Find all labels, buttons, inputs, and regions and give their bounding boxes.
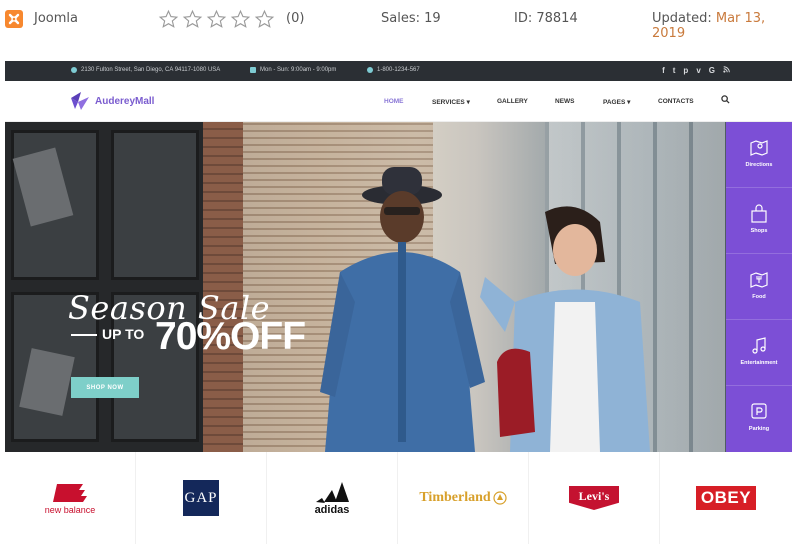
template-preview[interactable]: 2130 Fulton Street, San Diego, CA 94117-… (5, 61, 792, 544)
hero-slider: Season Sale UP TO 70%OFF SHOP NOW (5, 122, 792, 452)
address-text: 2130 Fulton Street, San Diego, CA 94117-… (81, 67, 221, 73)
sidebar-item-shops[interactable]: Shops (726, 188, 792, 254)
listing-meta-bar: Joomla (0) Sales: 19 ID: 78814 Updated: … (0, 0, 793, 42)
sidebar-label: Entertainment (740, 360, 778, 366)
shop-now-button[interactable]: SHOP NOW (71, 377, 139, 398)
hero-bg-door (5, 122, 210, 452)
sidebar-label: Food (752, 294, 766, 300)
nav-pages[interactable]: PAGES ▾ (603, 98, 630, 106)
star-empty-icon (182, 9, 203, 28)
nav-contacts[interactable]: CONTACTS (658, 98, 694, 105)
shopping-bag-icon (751, 204, 767, 223)
updated-label: Updated: (652, 11, 712, 26)
food-map-icon (750, 272, 768, 288)
updated-date: Updated: Mar 13, 2019 (652, 11, 793, 41)
levis-logo: Levi's (569, 486, 619, 510)
facebook-icon[interactable]: f (662, 66, 665, 75)
hero-man-figure (320, 167, 485, 452)
chevron-down-icon: ▾ (466, 99, 470, 106)
nav-services[interactable]: SERVICES ▾ (432, 98, 470, 106)
map-icon (750, 140, 768, 156)
timberland-text: Timberland (419, 490, 491, 505)
rating-stars (158, 9, 275, 30)
star-empty-icon (206, 9, 227, 28)
nav-news[interactable]: NEWS (555, 98, 575, 105)
logo-text: AudereyMall (95, 95, 155, 107)
nav-services-label: SERVICES (432, 99, 465, 106)
adidas-logo: adidas (315, 482, 350, 516)
sidebar-item-food[interactable]: Food (726, 254, 792, 320)
search-icon[interactable] (721, 95, 730, 104)
star-empty-icon (158, 9, 179, 28)
tree-icon (493, 491, 507, 505)
brand-adidas[interactable]: adidas (267, 452, 398, 544)
brand-levis[interactable]: Levi's (529, 452, 660, 544)
phone-icon (367, 67, 373, 73)
brand-timberland[interactable]: Timberland (398, 452, 529, 544)
location-pin-icon (71, 67, 77, 73)
brand-obey[interactable]: OBEY (660, 452, 792, 544)
hero-bg-brick (203, 122, 243, 452)
brand-new-balance[interactable]: new balance (5, 452, 136, 544)
sidebar-label: Parking (748, 426, 770, 432)
hero-divider (71, 334, 97, 336)
nav-home[interactable]: HOME (384, 98, 404, 105)
hero-upto: UP TO (102, 326, 145, 342)
site-logo[interactable]: AudereyMall (69, 90, 154, 112)
parking-icon (751, 403, 767, 419)
hero-woman-figure (480, 206, 650, 452)
gap-logo: GAP (183, 480, 219, 516)
hero-offer: 70%OFF (155, 315, 306, 358)
rating-count: (0) (286, 11, 305, 26)
phone-text: 1-800-1234-567 (377, 67, 420, 73)
logo-mark-icon (71, 92, 89, 110)
joomla-icon (5, 10, 23, 28)
main-navbar: AudereyMall HOME SERVICES ▾ GALLERY NEWS… (5, 81, 792, 122)
address-info: 2130 Fulton Street, San Diego, CA 94117-… (71, 67, 220, 73)
hours-text: Mon - Sun: 9:00am - 9:00pm (260, 67, 337, 73)
new-balance-text: new balance (45, 505, 96, 515)
hours-info: Mon - Sun: 9:00am - 9:00pm (250, 67, 336, 73)
sidebar-label: Shops (750, 228, 768, 234)
sales-count: Sales: 19 (381, 11, 441, 26)
adidas-text: adidas (315, 504, 350, 516)
rss-icon[interactable] (723, 66, 730, 75)
star-empty-icon (230, 9, 251, 28)
sidebar-label: Directions (745, 162, 773, 168)
brand-logos: new balance GAP adidas Timberland Levi's… (5, 452, 792, 544)
service-sidebar: Directions Shops Food Entertainment Park… (726, 122, 792, 452)
pinterest-icon[interactable]: p (683, 66, 688, 75)
phone-info: 1-800-1234-567 (367, 67, 420, 73)
brand-gap[interactable]: GAP (136, 452, 267, 544)
chevron-down-icon: ▾ (627, 99, 631, 106)
obey-logo: OBEY (695, 486, 757, 510)
new-balance-logo: new balance (45, 484, 96, 515)
nav-pages-label: PAGES (603, 99, 626, 106)
nav-gallery[interactable]: GALLERY (497, 98, 528, 105)
sidebar-item-entertainment[interactable]: Entertainment (726, 320, 792, 386)
google-icon[interactable]: G (709, 66, 715, 75)
platform-name[interactable]: Joomla (34, 11, 78, 26)
social-links: f t p v G (662, 66, 730, 75)
contact-topbar: 2130 Fulton Street, San Diego, CA 94117-… (5, 61, 792, 81)
sidebar-item-directions[interactable]: Directions (726, 122, 792, 188)
vimeo-icon[interactable]: v (696, 66, 700, 75)
item-id: ID: 78814 (514, 11, 578, 26)
calendar-icon (250, 67, 256, 73)
star-empty-icon (254, 9, 275, 28)
twitter-icon[interactable]: t (673, 66, 676, 75)
sidebar-item-parking[interactable]: Parking (726, 386, 792, 452)
music-note-icon (752, 337, 766, 354)
